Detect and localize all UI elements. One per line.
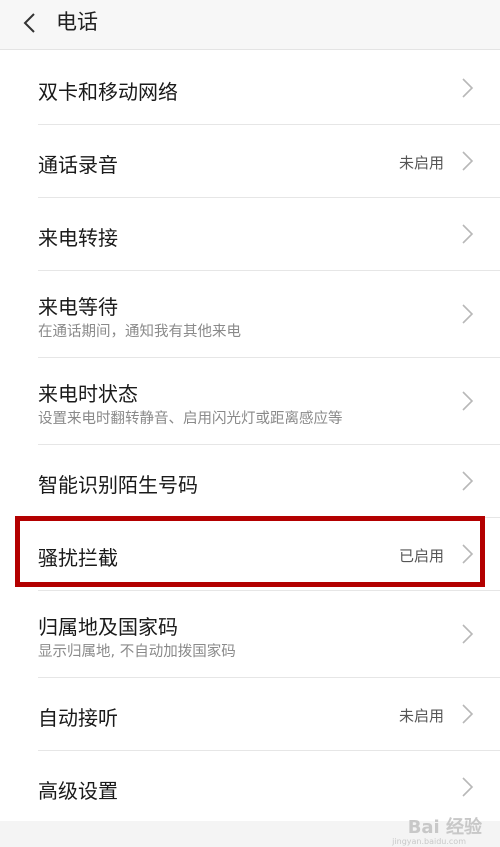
list-item-title: 来电时状态 bbox=[38, 382, 138, 406]
list-item-title: 来电等待 bbox=[38, 295, 118, 319]
list-item-subtitle: 在通话期间，通知我有其他来电 bbox=[38, 324, 241, 340]
chevron-right-icon bbox=[462, 224, 474, 244]
title-bar: 电话 bbox=[0, 0, 500, 50]
watermark-url: jingyan.baidu.com bbox=[392, 837, 466, 846]
list-item-subtitle: 显示归属地, 不自动加拨国家码 bbox=[38, 644, 236, 660]
list-item-title: 通话录音 bbox=[38, 153, 118, 177]
settings-list: 双卡和移动网络 通话录音 未启用 来电转接 来电等待 在通话期间，通知我有其他来… bbox=[0, 52, 500, 824]
chevron-right-icon bbox=[462, 78, 474, 98]
list-item-location-code[interactable]: 归属地及国家码 显示归属地, 不自动加拨国家码 bbox=[0, 591, 500, 678]
status-label: 未启用 bbox=[398, 707, 444, 725]
list-item-call-forwarding[interactable]: 来电转接 bbox=[0, 198, 500, 271]
list-item-call-waiting[interactable]: 来电等待 在通话期间，通知我有其他来电 bbox=[0, 271, 500, 358]
page-title: 电话 bbox=[56, 10, 98, 34]
list-item-title: 双卡和移动网络 bbox=[38, 80, 178, 104]
status-label: 未启用 bbox=[398, 154, 444, 172]
chevron-right-icon bbox=[462, 624, 474, 644]
highlight-box bbox=[15, 516, 485, 587]
list-item-caller-id[interactable]: 智能识别陌生号码 bbox=[0, 445, 500, 518]
chevron-right-icon bbox=[462, 471, 474, 491]
list-item-title: 智能识别陌生号码 bbox=[38, 473, 198, 497]
chevron-right-icon bbox=[462, 777, 474, 797]
list-item-auto-answer[interactable]: 自动接听 未启用 bbox=[0, 678, 500, 751]
list-item-title: 高级设置 bbox=[38, 779, 118, 803]
list-item-dual-sim[interactable]: 双卡和移动网络 bbox=[0, 52, 500, 125]
chevron-left-icon bbox=[23, 13, 35, 33]
list-item-title: 归属地及国家码 bbox=[38, 615, 178, 639]
list-item-title: 自动接听 bbox=[38, 706, 118, 730]
list-item-call-recording[interactable]: 通话录音 未启用 bbox=[0, 125, 500, 198]
list-item-incoming-state[interactable]: 来电时状态 设置来电时翻转静音、启用闪光灯或距离感应等 bbox=[0, 358, 500, 445]
list-item-title: 来电转接 bbox=[38, 226, 118, 250]
watermark: Bai 经验 bbox=[407, 817, 482, 838]
chevron-right-icon bbox=[462, 151, 474, 171]
chevron-right-icon bbox=[462, 304, 474, 324]
chevron-right-icon bbox=[462, 391, 474, 411]
list-item-subtitle: 设置来电时翻转静音、启用闪光灯或距离感应等 bbox=[38, 411, 343, 427]
chevron-right-icon bbox=[462, 704, 474, 724]
back-button[interactable] bbox=[14, 7, 44, 39]
